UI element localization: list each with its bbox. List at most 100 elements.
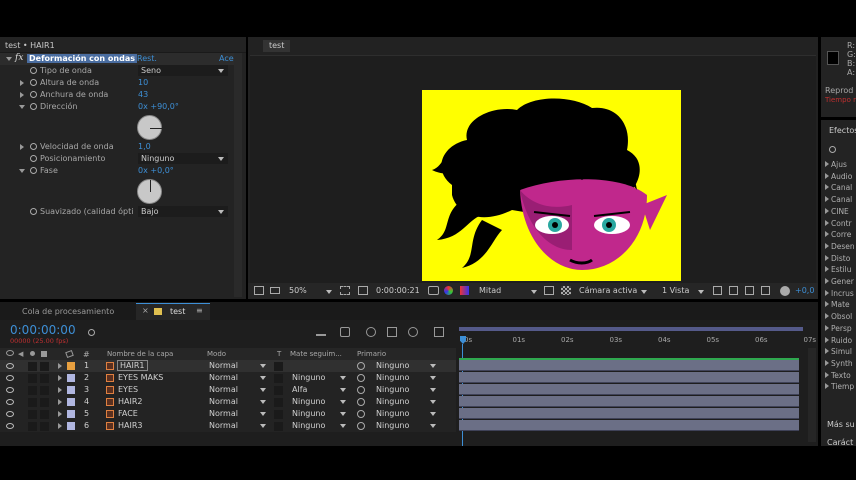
graph-editor-icon[interactable] [434,327,444,337]
expand-arrow-icon[interactable] [825,254,829,261]
expand-arrow-icon[interactable] [20,80,24,86]
timeline-scrollbar[interactable] [808,348,816,442]
preserve-transparency-box[interactable] [274,410,283,419]
stopwatch-icon[interactable] [30,167,37,174]
phase-value[interactable]: 0x +0,0° [138,166,174,175]
effect-controls-scrollbar[interactable] [234,53,242,297]
solo-box[interactable] [28,410,37,419]
layer-matte[interactable]: Ninguno [292,373,325,382]
camera-snapshot-icon[interactable] [428,286,439,295]
expand-arrow-icon[interactable] [825,231,829,238]
stopwatch-icon[interactable] [30,67,37,74]
effect-category-item[interactable]: Audio [825,172,856,181]
solo-box[interactable] [28,422,37,431]
pickwhip-icon[interactable] [357,362,365,370]
effect-category-item[interactable]: Desen [825,242,856,251]
transparency-grid-icon[interactable] [561,286,571,295]
effect-category-item[interactable]: CINE [825,207,856,216]
label-color-swatch[interactable] [67,362,75,370]
motion-blur-icon[interactable] [408,327,418,337]
effect-category-item[interactable]: Mate [825,300,856,309]
layer-matte[interactable]: Ninguno [292,421,325,430]
solo-box[interactable] [28,386,37,395]
chevron-down-icon[interactable] [340,388,346,392]
expand-arrow-icon[interactable] [825,196,829,203]
zoom-dropdown-icon[interactable] [326,290,332,294]
effect-category-item[interactable]: Obsol [825,312,856,321]
always-preview-icon[interactable] [254,286,264,295]
stopwatch-icon[interactable] [30,155,37,162]
expand-arrow-icon[interactable] [825,219,829,226]
effect-category-item[interactable]: Gener [825,277,856,286]
draft-3d-icon[interactable] [340,327,350,337]
effect-name[interactable]: Deformación con ondas [27,54,137,63]
effect-category-item[interactable]: Texto [825,371,856,380]
effect-category-item[interactable]: Incrus [825,289,856,298]
tab-render-queue[interactable]: Cola de procesamiento [12,305,132,319]
effect-category-item[interactable]: Tiemp [825,382,856,391]
chevron-down-icon[interactable] [260,364,266,368]
expand-arrow-icon[interactable] [825,359,829,366]
layer-name[interactable]: FACE [118,409,138,418]
layer-mode[interactable]: Normal [209,421,238,430]
direction-value[interactable]: 0x +90,0° [138,102,179,111]
effect-category-item[interactable]: Simul [825,347,856,356]
effect-category-item[interactable]: Synth [825,359,856,368]
layer-mode[interactable]: Normal [209,397,238,406]
lock-box[interactable] [40,398,49,407]
lock-box[interactable] [40,362,49,371]
expand-arrow-icon[interactable] [58,423,62,429]
layer-matte[interactable]: Ninguno [292,397,325,406]
expand-arrow-icon[interactable] [825,336,829,343]
fx-icon[interactable]: fx [15,53,23,63]
layer-duration-bar[interactable] [459,384,799,395]
layer-name[interactable]: HAIR1 [117,360,148,371]
chevron-down-icon[interactable] [260,388,266,392]
eye-icon[interactable] [6,423,14,429]
expand-arrow-icon[interactable] [19,169,25,173]
chevron-down-icon[interactable] [260,400,266,404]
layer-duration-bar[interactable] [459,420,799,431]
more-button[interactable]: Más su [827,420,856,429]
lock-box[interactable] [40,386,49,395]
wave-type-dropdown[interactable]: Seno [138,65,228,76]
chevron-down-icon[interactable] [430,412,436,416]
wave-speed-value[interactable]: 1,0 [138,142,151,151]
fast-preview-icon[interactable] [729,286,738,295]
composition-canvas[interactable] [422,90,681,281]
camera-dropdown-icon[interactable] [641,290,647,294]
layer-matte[interactable]: Ninguno [292,409,325,418]
effect-category-item[interactable]: Canal [825,195,856,204]
region-icon[interactable] [544,286,554,295]
effect-reset-link[interactable]: Rest. [137,54,157,63]
fit-icon[interactable] [340,286,350,295]
label-color-swatch[interactable] [67,410,75,418]
layer-name[interactable]: HAIR2 [118,397,143,406]
expand-arrow-icon[interactable] [20,92,24,98]
antialiasing-dropdown[interactable]: Bajo [138,206,228,217]
expand-arrow-icon[interactable] [19,105,25,109]
preserve-transparency-box[interactable] [274,386,283,395]
wave-height-value[interactable]: 10 [138,78,148,87]
direction-dial[interactable] [137,115,162,140]
channels-icon[interactable] [444,286,453,295]
solo-box[interactable] [28,374,37,383]
layer-mode[interactable]: Normal [209,361,238,370]
eye-icon[interactable] [6,375,14,381]
label-color-swatch[interactable] [67,386,75,394]
toggle-pixel-icon[interactable] [713,286,722,295]
expand-arrow-icon[interactable] [58,363,62,369]
layer-parent[interactable]: Ninguno [376,361,409,370]
preserve-transparency-box[interactable] [274,374,283,383]
eye-icon[interactable] [6,399,14,405]
layer-duration-bar[interactable] [459,360,799,371]
layer-mode[interactable]: Normal [209,385,238,394]
chevron-down-icon[interactable] [430,388,436,392]
lock-box[interactable] [40,374,49,383]
chevron-down-icon[interactable] [340,412,346,416]
timeline-timecode[interactable]: 0:00:00:00 [10,323,76,337]
wave-width-value[interactable]: 43 [138,90,148,99]
layer-parent[interactable]: Ninguno [376,385,409,394]
expand-arrow-icon[interactable] [58,387,62,393]
camera-value[interactable]: Cámara activa [579,286,637,295]
